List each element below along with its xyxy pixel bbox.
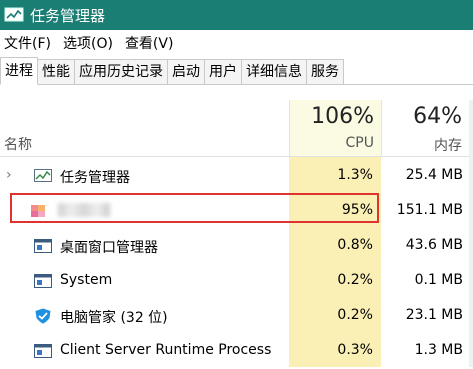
highlight-annotation-box bbox=[10, 193, 379, 223]
menu-options[interactable]: 选项(O) bbox=[63, 33, 113, 53]
process-row[interactable]: 桌面窗口管理器 0.8% 43.6 MB bbox=[0, 229, 473, 264]
tab-services[interactable]: 服务 bbox=[306, 59, 344, 84]
process-memory: 1.3 MB bbox=[414, 342, 463, 358]
process-row[interactable]: › 任务管理器 1.3% 25.4 MB bbox=[0, 159, 473, 194]
tab-details[interactable]: 详细信息 bbox=[241, 59, 307, 84]
window-app-icon bbox=[34, 239, 52, 253]
memory-column-header[interactable]: 64% 内存 bbox=[381, 100, 470, 156]
cpu-column-header[interactable]: 106% CPU bbox=[289, 100, 382, 156]
task-manager-icon bbox=[4, 7, 24, 22]
title-bar: 任务管理器 bbox=[0, 0, 473, 30]
window-app-icon bbox=[34, 274, 52, 288]
window-title: 任务管理器 bbox=[30, 6, 106, 25]
process-cpu: 1.3% bbox=[337, 167, 373, 183]
column-header: 名称 106% CPU 64% 内存 bbox=[0, 100, 473, 157]
process-name: 任务管理器 bbox=[60, 170, 130, 186]
process-name: 电脑管家 (32 位) bbox=[60, 310, 168, 326]
process-memory: 151.1 MB bbox=[396, 202, 463, 218]
process-name: System bbox=[60, 272, 113, 288]
tab-strip: 进程 性能 应用历史记录 启动 用户 详细信息 服务 bbox=[0, 57, 473, 85]
scrollbar[interactable] bbox=[469, 100, 473, 367]
process-cpu: 0.3% bbox=[337, 342, 373, 358]
memory-column-label: 内存 bbox=[434, 138, 462, 154]
tab-app-history[interactable]: 应用历史记录 bbox=[74, 59, 168, 84]
menu-file[interactable]: 文件(F) bbox=[4, 33, 51, 53]
tab-startup[interactable]: 启动 bbox=[167, 59, 205, 84]
tab-users[interactable]: 用户 bbox=[204, 59, 242, 84]
window-app-icon bbox=[34, 344, 52, 358]
process-memory: 23.1 MB bbox=[405, 307, 463, 323]
memory-total-percent: 64% bbox=[413, 104, 462, 129]
process-list: › 任务管理器 1.3% 25.4 MB 95% 151.1 MB 桌面窗口管理… bbox=[0, 159, 473, 369]
process-row[interactable]: System 0.2% 0.1 MB bbox=[0, 264, 473, 299]
column-name-header[interactable]: 名称 bbox=[4, 134, 32, 154]
process-cpu: 0.8% bbox=[337, 237, 373, 253]
menu-bar: 文件(F) 选项(O) 查看(V) bbox=[0, 30, 473, 55]
process-cpu: 0.2% bbox=[337, 307, 373, 323]
process-row[interactable]: Client Server Runtime Process 0.3% 1.3 M… bbox=[0, 334, 473, 369]
task-manager-icon bbox=[34, 169, 52, 182]
tab-performance[interactable]: 性能 bbox=[37, 59, 75, 84]
process-memory: 43.6 MB bbox=[405, 237, 463, 253]
process-row[interactable]: 电脑管家 (32 位) 0.2% 23.1 MB bbox=[0, 299, 473, 334]
cpu-total-percent: 106% bbox=[311, 104, 374, 129]
tab-processes[interactable]: 进程 bbox=[0, 57, 38, 85]
process-cpu: 0.2% bbox=[337, 272, 373, 288]
process-name: Client Server Runtime Process bbox=[60, 342, 272, 358]
cpu-column-label: CPU bbox=[345, 135, 374, 151]
expand-chevron-icon[interactable]: › bbox=[6, 167, 12, 183]
menu-view[interactable]: 查看(V) bbox=[125, 33, 174, 53]
shield-icon bbox=[35, 308, 51, 324]
process-memory: 25.4 MB bbox=[405, 167, 463, 183]
process-name: 桌面窗口管理器 bbox=[60, 240, 158, 256]
process-memory: 0.1 MB bbox=[414, 272, 463, 288]
